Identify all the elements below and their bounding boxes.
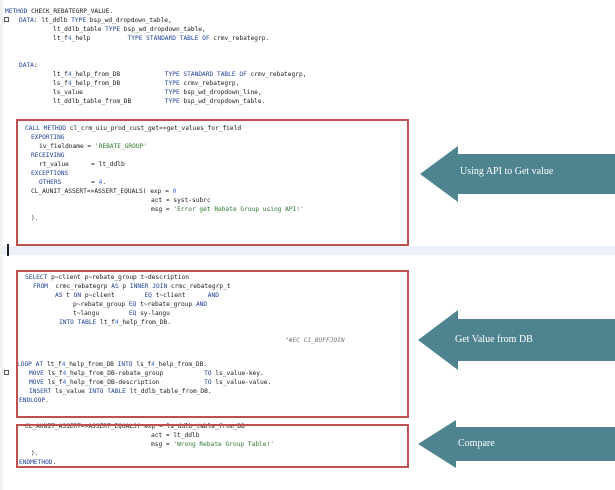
compare-highlight-box [16,424,409,468]
code-line: lt_ddlb_table_from_DB TYPE bsp_wd_dropdo… [53,98,266,105]
editor-gutter [0,0,3,490]
callout-label-db: Get Value from DB [455,334,533,345]
fold-marker-icon[interactable] [4,370,9,375]
code-line: DATA: [19,62,38,69]
db-select-highlight-box [16,270,409,418]
fold-marker-icon[interactable] [4,17,9,22]
code-line: lt_f4_help TYPE STANDARD TABLE OF crmv_r… [53,35,270,42]
code-line: METHOD CHECK_REBATEGRP_VALUE. [5,8,114,15]
text-caret [7,244,9,256]
callout-arrow-icon [418,420,615,468]
code-line: ls_f4_help_from_DB TYPE crmv_rebategrp, [53,80,240,87]
current-line-highlight [3,246,615,255]
code-line: lt_ddlb_table TYPE bsp_wd_dropdown_table… [53,26,206,33]
abap-code-editor[interactable]: METHOD CHECK_REBATEGRP_VALUE. DATA: lt_dd… [0,0,615,490]
callout-label-compare: Compare [458,438,495,449]
api-call-highlight-box [16,119,409,246]
code-line: lt_f4_help_from_DB TYPE STANDARD TABLE O… [53,71,307,78]
code-line: ls_value TYPE bsp_wd_dropdown_line, [53,89,262,96]
callout-label-api: Using API to Get value [460,166,554,177]
code-line: DATA: lt_ddlb TYPE bsp_wd_dropdown_table… [19,17,172,24]
